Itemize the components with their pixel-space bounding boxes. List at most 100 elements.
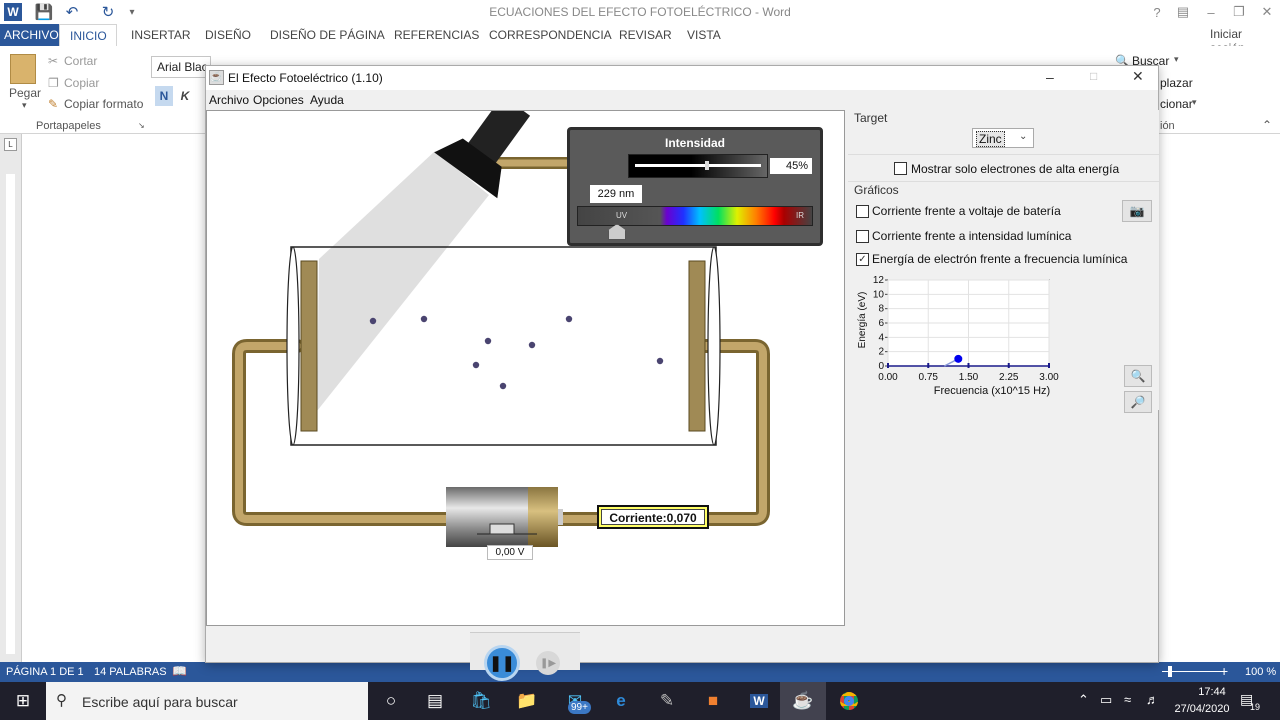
tab-diseno[interactable]: DISEÑO <box>195 24 261 46</box>
page-count[interactable]: PÁGINA 1 DE 1 <box>6 666 84 678</box>
paste-button[interactable]: Pegar <box>9 86 41 100</box>
java-app-icon-small: ☕ <box>209 70 224 85</box>
paste-icon[interactable] <box>10 54 36 84</box>
electron <box>472 361 480 369</box>
intensity-slider-track[interactable] <box>628 154 768 178</box>
store-icon[interactable]: 🛍 <box>458 682 504 720</box>
graph3-checkbox[interactable]: ✓ <box>856 253 869 266</box>
tab-revisar[interactable]: REVISAR <box>609 24 682 46</box>
playback-controls: ❚❚ ❚▶ <box>470 632 580 681</box>
ruler-track <box>6 174 15 654</box>
graph2-label[interactable]: Corriente frente a intensidad lumínica <box>872 229 1071 243</box>
tab-inicio[interactable]: INICIO <box>59 24 117 46</box>
italic-button[interactable]: K <box>178 86 192 106</box>
clipboard-launcher-icon[interactable]: ↘ <box>138 121 145 130</box>
cut-icon: ✂ <box>48 54 59 68</box>
high-energy-checkbox[interactable] <box>894 162 907 175</box>
zoom-slider-thumb[interactable] <box>1168 666 1172 677</box>
select-dropdown-icon[interactable]: ▾ <box>1192 97 1197 108</box>
file-explorer-icon[interactable]: 📁 <box>504 682 550 720</box>
chrome-icon[interactable] <box>826 682 872 720</box>
x-tick-labels: 0.00 0.75 1.50 2.25 3.00 <box>878 372 1059 383</box>
volume-icon[interactable]: ♬ <box>1146 692 1159 707</box>
app-minimize-icon[interactable]: – <box>1046 69 1054 85</box>
wifi-icon[interactable]: ≈ <box>1124 692 1131 707</box>
app-title: El Efecto Fotoeléctrico (1.10) <box>228 71 383 85</box>
high-energy-label[interactable]: Mostrar solo electrones de alta energía <box>911 162 1119 176</box>
office-app-icon[interactable]: ■ <box>690 682 736 720</box>
x-tick-label: 1.50 <box>959 372 979 383</box>
app-close-icon[interactable]: ✕ <box>1132 68 1144 85</box>
graph1-checkbox[interactable] <box>856 205 869 218</box>
menu-ayuda[interactable]: Ayuda <box>310 93 344 107</box>
graph2-checkbox[interactable] <box>856 230 869 243</box>
graph3-label[interactable]: Energía de electrón frente a frecuencia … <box>872 252 1127 266</box>
cut-button[interactable]: Cortar <box>64 54 97 68</box>
bold-button[interactable]: N <box>155 86 173 106</box>
ribbon-display-icon[interactable]: ▤ <box>1168 0 1198 24</box>
word-title-bar: W 💾 ↶ ↻ ▾ ECUACIONES DEL EFECTO FOTOELÉC… <box>0 0 1280 24</box>
target-select[interactable]: Zinc ⌄ <box>972 128 1034 148</box>
close-icon[interactable]: ✕ <box>1252 0 1280 24</box>
wavelength-slider-thumb[interactable] <box>608 224 626 240</box>
wavelength-value[interactable]: 229 nm <box>590 185 642 203</box>
battery <box>446 487 563 547</box>
intensity-slider-line <box>635 164 761 167</box>
intensity-value[interactable]: 45% <box>770 158 812 174</box>
tab-archivo[interactable]: ARCHIVO <box>0 24 63 46</box>
electron <box>420 315 428 323</box>
clock-time[interactable]: 17:44 <box>1180 686 1244 698</box>
app-maximize-icon[interactable]: □ <box>1090 69 1097 83</box>
document-title: ECUACIONES DEL EFECTO FOTOELÉCTRICO - Wo… <box>489 5 791 19</box>
y-axis-label: Energía (eV) <box>857 292 868 349</box>
replace-button[interactable]: plazar <box>1160 76 1193 90</box>
word-taskbar-icon[interactable]: W <box>736 682 782 720</box>
camera-icon[interactable]: 📷 <box>1122 200 1152 222</box>
windows-start-icon[interactable]: ⊞ <box>0 682 46 720</box>
vertical-ruler: L <box>0 134 22 664</box>
voltage-slider-thumb[interactable] <box>489 523 515 535</box>
find-dropdown-icon[interactable]: ▾ <box>1174 54 1179 65</box>
task-view-icon[interactable]: ▤ <box>412 682 458 720</box>
pause-button[interactable]: ❚❚ <box>484 645 520 681</box>
taskbar: ⊞ ⚲ Escribe aquí para buscar ○ ▤ 🛍 📁 ✉ 9… <box>0 682 1280 720</box>
clock-date[interactable]: 27/04/2020 <box>1170 703 1234 715</box>
search-icon: ⚲ <box>56 692 67 709</box>
format-painter-button[interactable]: Copiar formato <box>64 97 143 111</box>
wavelength-spectrum[interactable]: UV IR <box>577 206 813 226</box>
intensity-slider-thumb[interactable] <box>705 161 709 170</box>
step-button[interactable]: ❚▶ <box>536 651 560 675</box>
proofing-icon[interactable]: 📖 <box>172 664 187 678</box>
tray-expand-icon[interactable]: ⌃ <box>1078 692 1089 708</box>
java-app-icon[interactable]: ☕ <box>780 682 826 720</box>
menu-archivo[interactable]: Archivo <box>209 93 249 107</box>
photoelectric-window: ☕ El Efecto Fotoeléctrico (1.10) – □ ✕ A… <box>205 65 1159 681</box>
restore-icon[interactable]: ❐ <box>1224 0 1254 24</box>
zoom-in-icon[interactable]: + <box>1220 663 1228 679</box>
tab-correspondencia[interactable]: CORRESPONDENCIA <box>479 24 622 46</box>
tab-referencias[interactable]: REFERENCIAS <box>384 24 489 46</box>
font-name-box[interactable]: Arial Blac <box>151 56 211 78</box>
pen-app-icon[interactable]: ✎ <box>644 682 690 720</box>
menu-opciones[interactable]: Opciones <box>253 93 304 107</box>
x-axis-label: Frecuencia (x10^15 Hz) <box>934 385 1050 397</box>
select-button[interactable]: cionar <box>1160 97 1193 111</box>
collapse-ribbon-icon[interactable]: ⌃ <box>1262 118 1272 132</box>
minimize-icon[interactable]: – <box>1196 0 1226 24</box>
word-count[interactable]: 14 PALABRAS <box>94 666 167 678</box>
tab-selector-icon[interactable]: L <box>4 138 17 151</box>
zoom-out-graph-icon[interactable]: 🔎 <box>1124 391 1152 413</box>
copy-button[interactable]: Copiar <box>64 76 99 90</box>
taskbar-search-box[interactable]: ⚲ Escribe aquí para buscar <box>46 682 368 720</box>
tab-insertar[interactable]: INSERTAR <box>121 24 201 46</box>
tab-vista[interactable]: VISTA <box>677 24 731 46</box>
cortana-icon[interactable]: ○ <box>368 682 414 720</box>
battery-icon[interactable]: ▭ <box>1100 692 1112 708</box>
graph1-label[interactable]: Corriente frente a voltaje de batería <box>872 204 1061 218</box>
zoom-level[interactable]: 100 % <box>1245 666 1276 678</box>
zoom-in-graph-icon[interactable]: 🔍 <box>1124 365 1152 387</box>
paste-dropdown-icon[interactable]: ▾ <box>22 100 27 111</box>
edge-icon[interactable]: e <box>598 682 644 720</box>
format-painter-icon: ✎ <box>48 97 59 111</box>
tab-diseno-pagina[interactable]: DISEÑO DE PÁGINA <box>260 24 395 46</box>
